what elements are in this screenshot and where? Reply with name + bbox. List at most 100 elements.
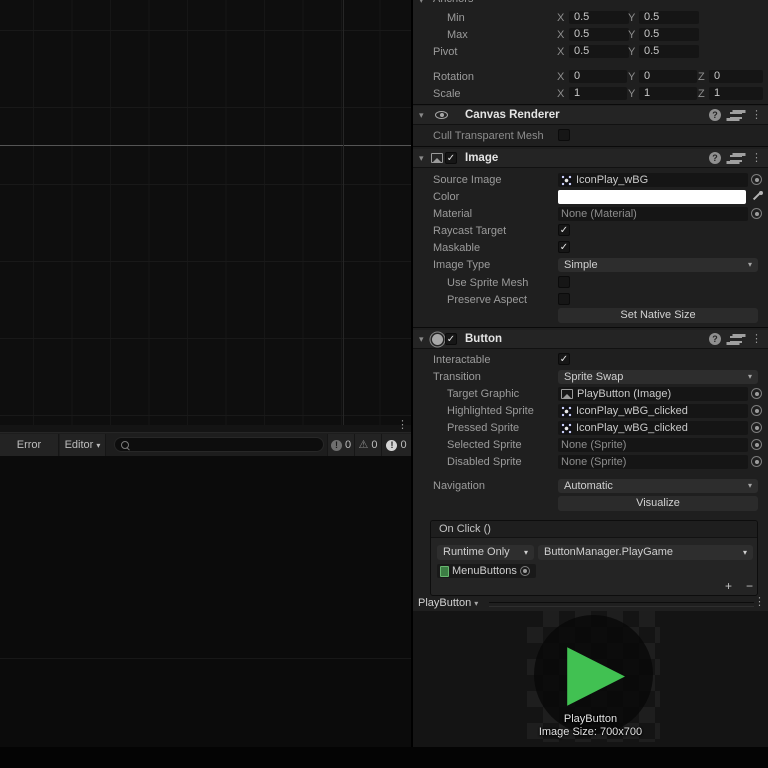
rotation-x-field[interactable]: 0 <box>569 70 627 83</box>
console-tabstrip: ⋮ <box>0 425 411 432</box>
pivot-y-field[interactable]: 0.5 <box>639 45 699 58</box>
object-picker-icon[interactable] <box>751 174 762 185</box>
x-axis-label: X <box>557 88 564 100</box>
min-x-field[interactable]: 0.5 <box>569 11 629 24</box>
object-picker-icon[interactable] <box>751 439 762 450</box>
navigation-row: Navigation Automatic ▾ <box>413 478 768 494</box>
rotation-y-field[interactable]: 0 <box>639 70 697 83</box>
max-x-field[interactable]: 0.5 <box>569 28 629 41</box>
source-image-field[interactable]: IconPlay_wBG <box>558 173 748 187</box>
help-icon[interactable]: ? <box>709 109 721 121</box>
x-axis-label: X <box>557 46 564 58</box>
source-image-label: Source Image <box>433 174 501 186</box>
presets-icon[interactable] <box>730 110 742 120</box>
preview-tab[interactable]: PlayButton ▾ <box>418 597 478 609</box>
object-picker-icon[interactable] <box>751 388 762 399</box>
min-y-field[interactable]: 0.5 <box>639 11 699 24</box>
section-divider <box>413 104 768 105</box>
object-picker-icon[interactable] <box>520 566 530 576</box>
console-search-input[interactable] <box>114 437 324 452</box>
error-pause-button[interactable]: Error Pause <box>0 434 59 456</box>
event-mode-value: Runtime Only <box>443 546 510 558</box>
foldout-icon[interactable]: ▾ <box>419 0 424 6</box>
navigation-dropdown[interactable]: Automatic ▾ <box>558 479 758 493</box>
object-picker-icon[interactable] <box>751 456 762 467</box>
section-divider <box>413 327 768 328</box>
target-graphic-field[interactable]: PlayButton (Image) <box>558 387 748 401</box>
scene-view[interactable] <box>0 0 411 425</box>
presets-icon[interactable] <box>730 153 742 163</box>
remove-event-button[interactable]: − <box>746 579 753 593</box>
canvas-renderer-header[interactable]: ▾ Canvas Renderer ? ⋮ <box>413 106 768 125</box>
object-picker-icon[interactable] <box>751 208 762 219</box>
image-type-dropdown[interactable]: Simple ▾ <box>558 258 758 272</box>
pressed-sprite-field[interactable]: IconPlay_wBG_clicked <box>558 421 748 435</box>
object-picker-icon[interactable] <box>751 422 762 433</box>
foldout-icon[interactable]: ▾ <box>419 334 424 345</box>
target-graphic-label: Target Graphic <box>447 388 519 400</box>
material-row: Material None (Material) <box>413 206 768 222</box>
event-function-dropdown[interactable]: ButtonManager.PlayGame ▾ <box>538 545 753 560</box>
image-header[interactable]: ▾ ✓ Image ? ⋮ <box>413 149 768 168</box>
preserve-aspect-checkbox[interactable] <box>558 293 570 305</box>
cull-transparent-mesh-row: Cull Transparent Mesh <box>413 128 768 144</box>
material-field[interactable]: None (Material) <box>558 207 748 221</box>
scale-x-field[interactable]: 1 <box>569 87 627 100</box>
canvas-renderer-icon <box>435 111 449 120</box>
preview-header: PlayButton ▾ ⋮ <box>413 596 768 611</box>
preview-image-size: Image Size: 700x700 <box>413 726 768 738</box>
visualize-button[interactable]: Visualize <box>558 496 758 511</box>
editor-dropdown[interactable]: Editor ▾ <box>60 434 106 456</box>
help-icon[interactable]: ? <box>709 333 721 345</box>
button-enabled-checkbox[interactable]: ✓ <box>445 333 457 345</box>
interactable-checkbox[interactable]: ✓ <box>558 353 570 365</box>
section-divider <box>413 146 768 147</box>
event-mode-dropdown[interactable]: Runtime Only ▾ <box>437 545 534 560</box>
preview-menu-icon[interactable]: ⋮ <box>754 597 765 607</box>
scale-z-field[interactable]: 1 <box>709 87 763 100</box>
eyedropper-icon[interactable] <box>751 190 763 202</box>
set-native-size-button[interactable]: Set Native Size <box>558 308 758 323</box>
warning-count-button[interactable]: ⚠ 0 <box>354 434 381 456</box>
image-enabled-checkbox[interactable]: ✓ <box>445 152 457 164</box>
rotation-z-field[interactable]: 0 <box>709 70 763 83</box>
console-log-area[interactable] <box>0 456 411 747</box>
highlighted-sprite-field[interactable]: IconPlay_wBG_clicked <box>558 404 748 418</box>
add-event-button[interactable]: + <box>725 579 732 593</box>
foldout-icon[interactable]: ▾ <box>419 110 424 121</box>
y-axis-label: Y <box>628 12 635 24</box>
object-picker-icon[interactable] <box>751 405 762 416</box>
use-sprite-mesh-checkbox[interactable] <box>558 276 570 288</box>
selected-sprite-row: Selected Sprite None (Sprite) <box>413 437 768 453</box>
max-y-field[interactable]: 0.5 <box>639 28 699 41</box>
image-component-icon <box>431 153 443 163</box>
highlighted-sprite-value: IconPlay_wBG_clicked <box>576 405 688 417</box>
button-header[interactable]: ▾ ✓ Button ? ⋮ <box>413 330 768 349</box>
disabled-sprite-field[interactable]: None (Sprite) <box>558 455 748 469</box>
image-icon <box>561 389 573 399</box>
foldout-icon[interactable]: ▾ <box>419 153 424 164</box>
target-graphic-value: PlayButton (Image) <box>577 388 671 400</box>
component-menu-icon[interactable]: ⋮ <box>751 110 762 120</box>
pivot-x-field[interactable]: 0.5 <box>569 45 629 58</box>
event-target-field[interactable]: MenuButtons <box>437 564 536 578</box>
presets-icon[interactable] <box>730 334 742 344</box>
raycast-target-checkbox[interactable]: ✓ <box>558 224 570 236</box>
selected-sprite-field[interactable]: None (Sprite) <box>558 438 748 452</box>
console-splitter[interactable] <box>0 658 411 659</box>
info-count-button[interactable]: ! 0 <box>327 434 354 456</box>
help-icon[interactable]: ? <box>709 152 721 164</box>
cull-transparent-mesh-checkbox[interactable] <box>558 129 570 141</box>
anchor-min-row: Min X 0.5 Y 0.5 <box>413 10 768 26</box>
error-count-button[interactable]: ! 0 <box>381 434 411 456</box>
warning-icon: ⚠ <box>359 440 369 451</box>
selected-sprite-value: None (Sprite) <box>561 439 626 451</box>
maskable-checkbox[interactable]: ✓ <box>558 241 570 253</box>
transition-dropdown[interactable]: Sprite Swap ▾ <box>558 370 758 384</box>
console-menu-icon[interactable]: ⋮ <box>397 420 408 430</box>
component-menu-icon[interactable]: ⋮ <box>751 153 762 163</box>
preview-drag-handle[interactable] <box>489 602 754 607</box>
color-swatch[interactable] <box>558 190 746 204</box>
scale-y-field[interactable]: 1 <box>639 87 697 100</box>
component-menu-icon[interactable]: ⋮ <box>751 334 762 344</box>
